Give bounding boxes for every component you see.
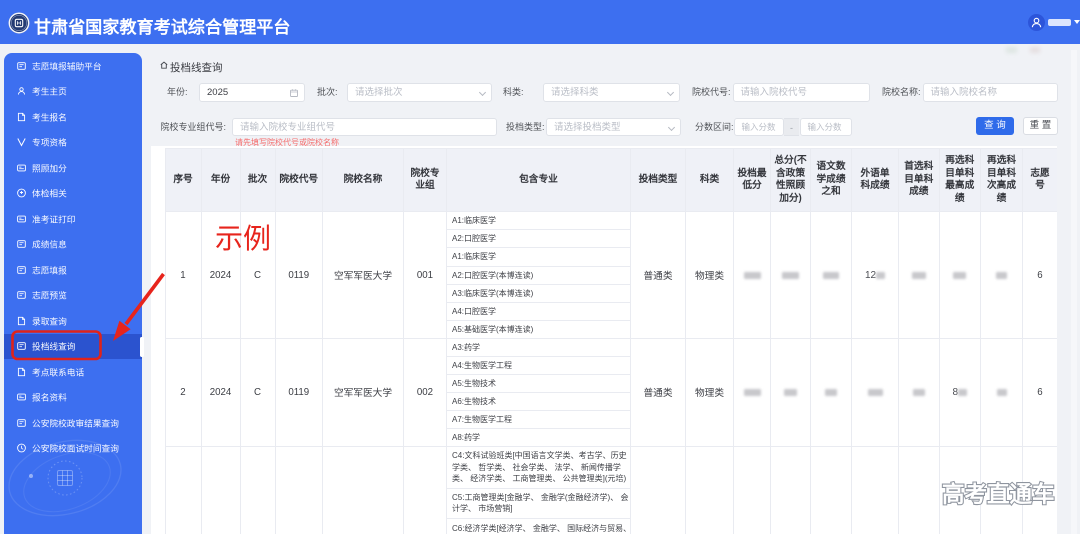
svg-text:高考直通车: 高考直通车 bbox=[942, 481, 1055, 507]
